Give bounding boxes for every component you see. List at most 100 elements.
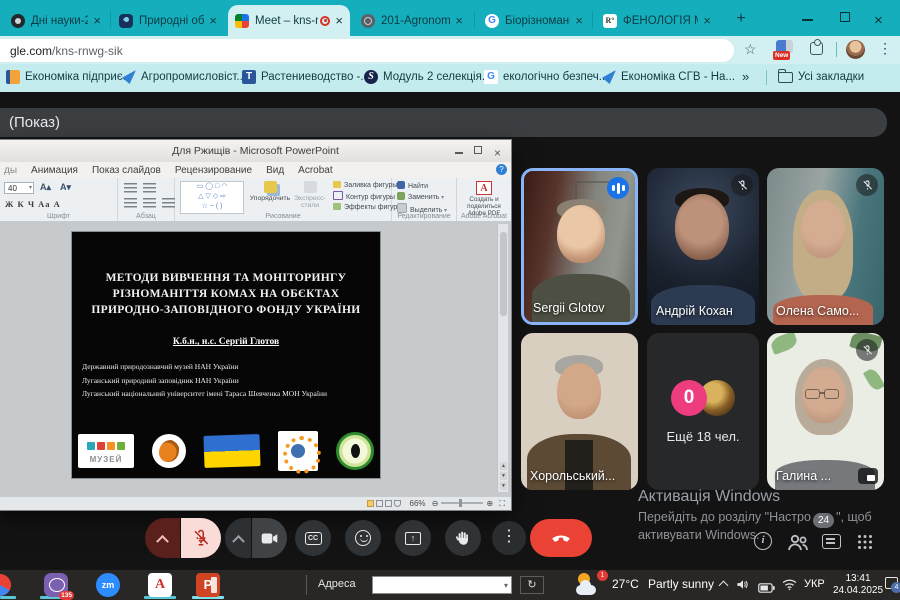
scrollbar-thumb[interactable] [500,232,507,316]
bookmark-item[interactable]: Агропромисловіст... [122,70,246,84]
ribbon-tab-view[interactable]: Вид [266,165,284,176]
bookmark-star-icon[interactable] [744,41,757,58]
bookmark-item[interactable]: Растениеводство -... [242,70,370,84]
ppt-minimize-button[interactable] [455,152,463,154]
browser-tab-meet-active[interactable]: Meet – kns-r [228,5,350,36]
bookmark-item[interactable]: Економіка підприє... [6,70,132,84]
shape-effects-button[interactable]: Эффекты фигур [333,203,397,211]
ppt-maximize-button[interactable] [474,146,482,154]
tab-close-icon[interactable] [703,14,711,28]
window-minimize-button[interactable] [802,19,813,21]
powerpoint-title-bar[interactable]: Для Ржищів - Microsoft PowerPoint [0,140,511,162]
profile-avatar[interactable] [846,40,865,59]
browser-tab-agronomy[interactable]: 201-Agronomiy [354,5,470,36]
ribbon-tab-slideshow[interactable]: Показ слайдов [92,165,161,176]
video-tile-olena[interactable]: Олена Само... [767,168,884,325]
weather-widget[interactable]: 1 [576,572,606,597]
quick-styles-button[interactable]: Экспресс-стили [287,181,333,209]
new-tab-button[interactable] [731,9,751,29]
fit-to-window-icon[interactable]: ⛶ [499,499,505,508]
ribbon-tab-review[interactable]: Рецензирование [175,165,252,176]
replace-button[interactable]: Заменить [397,192,456,201]
slide-canvas[interactable]: МЕТОДИ ВИВЧЕННЯ ТА МОНІТОРИНГУ РІЗНОМАНІ… [72,232,380,478]
video-tile-galina[interactable]: Галина ... [767,333,884,490]
video-tile-andriy-kokhan[interactable]: Андрій Кохан [647,168,759,325]
window-close-button[interactable] [874,12,883,30]
bookmarks-overflow-chevron[interactable]: » [742,69,749,84]
address-toolbar-input[interactable] [372,576,512,594]
shapes-gallery[interactable]: ▭ ◯ □ ◠ △ ▽ ◇ ⇨ ☆ ~ ( ) [180,181,244,214]
wifi-icon[interactable] [782,578,797,596]
participants-panel-icon[interactable] [786,532,810,557]
video-tile-khorolskyi[interactable]: Хорольський... [521,333,638,490]
browser-tab-fenologiya[interactable]: ФЕНОЛОГІЯ МІ [596,5,718,36]
more-participants-tile[interactable]: 0 Ещё 18 чел. [647,333,759,490]
browser-tab-dni-nauky[interactable]: Дні науки-2025 [4,5,108,36]
volume-icon[interactable] [736,578,750,596]
meeting-details-info-icon[interactable] [754,532,772,550]
extension-new-icon[interactable]: New [776,40,793,53]
align-buttons[interactable] [124,198,175,208]
tab-close-icon[interactable] [335,14,343,28]
shape-outline-button[interactable]: Контур фигуры [333,191,397,201]
normal-view-icon[interactable] [367,500,374,507]
present-screen-button[interactable] [395,520,431,556]
acrobat-app-icon[interactable] [148,573,172,597]
browser-menu-icon[interactable] [878,40,892,57]
slide-scrollbar[interactable]: ▲ ▼ ▼ [497,224,508,492]
powerpoint-app-icon[interactable] [196,573,220,597]
tab-close-icon[interactable] [575,14,583,28]
bookmark-item[interactable]: Модуль 2 селекція... [364,70,491,84]
slide-nav-button[interactable]: ▼ [500,482,507,490]
list-buttons[interactable] [124,183,156,193]
captions-button[interactable] [295,520,331,556]
tab-close-icon[interactable] [93,14,101,28]
zoom-out-icon[interactable]: ⊖ [432,499,439,508]
clock[interactable]: 13:41 24.04.2025 [832,573,884,597]
mic-mute-button[interactable] [181,518,221,558]
camera-options-chevron[interactable] [225,518,251,558]
browser-tab-pryrodni[interactable]: Природні об'єк [112,5,224,36]
notification-center-icon[interactable]: 4 [885,577,898,589]
sorter-view-icon[interactable] [376,500,383,507]
activities-grid-icon[interactable] [858,535,873,550]
all-bookmarks-button[interactable]: Усі закладки [778,70,864,83]
ribbon-tab-acrobat[interactable]: Acrobat [298,165,332,176]
ribbon-tab-animation[interactable]: Анимация [31,165,78,176]
help-icon[interactable]: ? [496,164,507,175]
url-bar[interactable]: gle.com/kns-rnwg-sik [0,39,734,62]
slideshow-view-icon[interactable] [394,500,401,507]
reactions-button[interactable] [345,520,381,556]
zoom-in-icon[interactable]: ⊕ [486,499,493,508]
previous-slide-button[interactable]: ▲ [500,462,507,470]
language-indicator[interactable]: УКР [804,578,825,590]
reading-view-icon[interactable] [385,500,392,507]
next-slide-button[interactable]: ▼ [500,472,507,480]
battery-icon[interactable] [758,580,775,598]
viber-app-icon[interactable]: 135 [44,573,68,597]
browser-tab-bioriznomanittya[interactable]: Біорізноманітт [478,5,590,36]
video-tile-sergii-glotov[interactable]: Sergii Glotov [521,168,638,325]
find-button[interactable]: Найти [397,181,456,190]
shape-fill-button[interactable]: Заливка фигуры [333,181,397,189]
grow-font-icon[interactable]: A▴ [40,182,51,193]
ppt-close-button[interactable] [494,146,501,160]
camera-button[interactable] [252,518,287,558]
more-options-button[interactable] [492,521,526,555]
tab-close-icon[interactable] [209,14,217,28]
address-go-button[interactable] [520,576,544,594]
shrink-font-icon[interactable]: A▾ [60,182,71,193]
tab-close-icon[interactable] [455,14,463,28]
picture-in-picture-icon[interactable] [858,468,878,484]
font-size-box[interactable]: 40 [4,182,34,194]
extensions-puzzle-icon[interactable] [810,42,823,55]
bookmark-item[interactable]: екологічно безпеч... [484,70,608,84]
mic-options-chevron[interactable] [145,518,180,558]
zoom-app-icon[interactable]: zm [96,573,120,597]
end-call-button[interactable] [530,519,592,557]
chat-panel-icon[interactable] [822,534,841,549]
window-maximize-button[interactable] [840,12,850,22]
raise-hand-button[interactable] [445,520,481,556]
bookmark-item[interactable]: Економіка СГВ - На... [602,70,735,84]
font-style-buttons[interactable]: Ж К Ч Аа А [5,199,61,209]
